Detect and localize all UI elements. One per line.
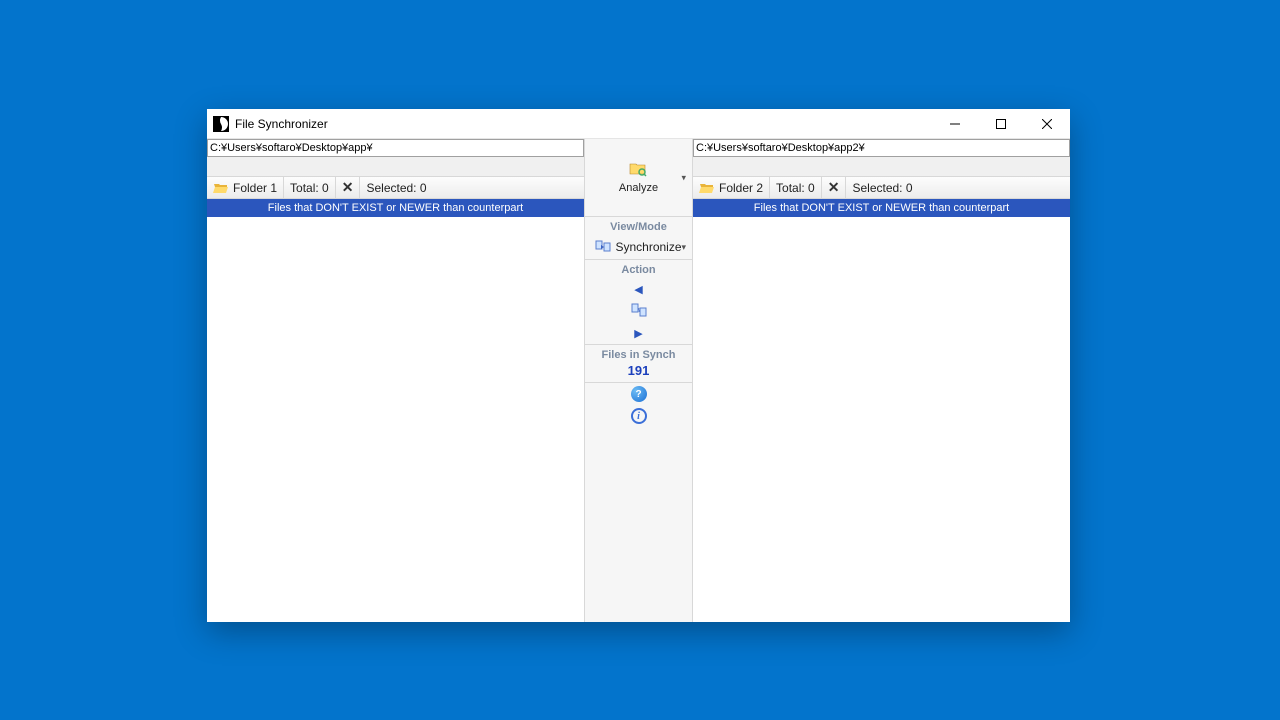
analyze-button[interactable]: Analyze — [619, 161, 658, 194]
app-window: File Synchronizer Folder 1 — [207, 109, 1070, 622]
synchronize-dropdown[interactable]: ▾ — [681, 242, 686, 253]
left-file-list[interactable] — [207, 217, 584, 622]
viewmode-label: View/Mode — [585, 217, 692, 235]
triangle-left-icon: ◀ — [634, 283, 642, 296]
titlebar: File Synchronizer — [207, 109, 1070, 139]
right-path-row — [693, 139, 1070, 177]
content-area: Folder 1 Total: 0 ✕ Selected: 0 Files th… — [207, 139, 1070, 622]
right-selected-label: Selected: 0 — [846, 177, 918, 198]
analyze-label: Analyze — [619, 182, 658, 194]
left-folder-label: Folder 1 — [233, 181, 277, 195]
triangle-right-icon: ▶ — [634, 327, 642, 340]
left-clear-button[interactable]: ✕ — [336, 177, 361, 198]
right-clear-button[interactable]: ✕ — [822, 177, 847, 198]
left-selected-label: Selected: 0 — [360, 177, 432, 198]
files-in-synch-label: Files in Synch — [585, 345, 692, 363]
x-icon: ✕ — [342, 179, 354, 196]
left-path-row — [207, 139, 584, 177]
maximize-button[interactable] — [978, 109, 1024, 139]
left-pane: Folder 1 Total: 0 ✕ Selected: 0 Files th… — [207, 139, 585, 622]
synchronize-icon — [595, 238, 611, 257]
right-folder-bar: Folder 2 Total: 0 ✕ Selected: 0 — [693, 177, 1070, 199]
folder-open-icon — [699, 181, 715, 195]
close-icon — [1042, 119, 1052, 129]
action-label: Action — [585, 260, 692, 278]
minimize-button[interactable] — [932, 109, 978, 139]
help-button[interactable]: ? — [585, 383, 692, 405]
left-list-header: Files that DON'T EXIST or NEWER than cou… — [207, 199, 584, 217]
x-icon: ✕ — [828, 179, 840, 196]
analyze-dropdown[interactable]: ▾ — [681, 172, 686, 183]
right-file-list[interactable] — [693, 217, 1070, 622]
help-icon: ? — [631, 386, 647, 402]
left-path-input[interactable] — [207, 139, 584, 157]
right-list-header: Files that DON'T EXIST or NEWER than cou… — [693, 199, 1070, 217]
center-column: Analyze ▾ View/Mode Synchronize ▾ Action… — [585, 139, 692, 622]
copy-right-button[interactable]: ▶ — [585, 322, 692, 344]
right-pane: Folder 2 Total: 0 ✕ Selected: 0 Files th… — [692, 139, 1070, 622]
folder-open-icon — [213, 181, 229, 195]
sync-both-button[interactable] — [585, 300, 692, 322]
analyze-section: Analyze ▾ — [585, 139, 692, 217]
right-folder-label: Folder 2 — [719, 181, 763, 195]
right-path-input[interactable] — [693, 139, 1070, 157]
app-icon — [213, 116, 229, 132]
info-icon: i — [631, 408, 647, 424]
left-total-label: Total: 0 — [284, 177, 336, 198]
sync-both-icon — [631, 302, 647, 321]
analyze-icon — [629, 161, 647, 180]
maximize-icon — [996, 119, 1006, 129]
files-in-synch-count: 191 — [585, 363, 692, 382]
left-folder-button[interactable]: Folder 1 — [207, 177, 284, 198]
copy-left-button[interactable]: ◀ — [585, 278, 692, 300]
left-folder-bar: Folder 1 Total: 0 ✕ Selected: 0 — [207, 177, 584, 199]
info-button[interactable]: i — [585, 405, 692, 427]
right-total-label: Total: 0 — [770, 177, 822, 198]
app-title: File Synchronizer — [235, 117, 328, 131]
synchronize-label: Synchronize — [615, 240, 681, 254]
synchronize-button[interactable]: Synchronize ▾ — [585, 235, 692, 259]
right-folder-button[interactable]: Folder 2 — [693, 177, 770, 198]
close-button[interactable] — [1024, 109, 1070, 139]
minimize-icon — [950, 119, 960, 129]
